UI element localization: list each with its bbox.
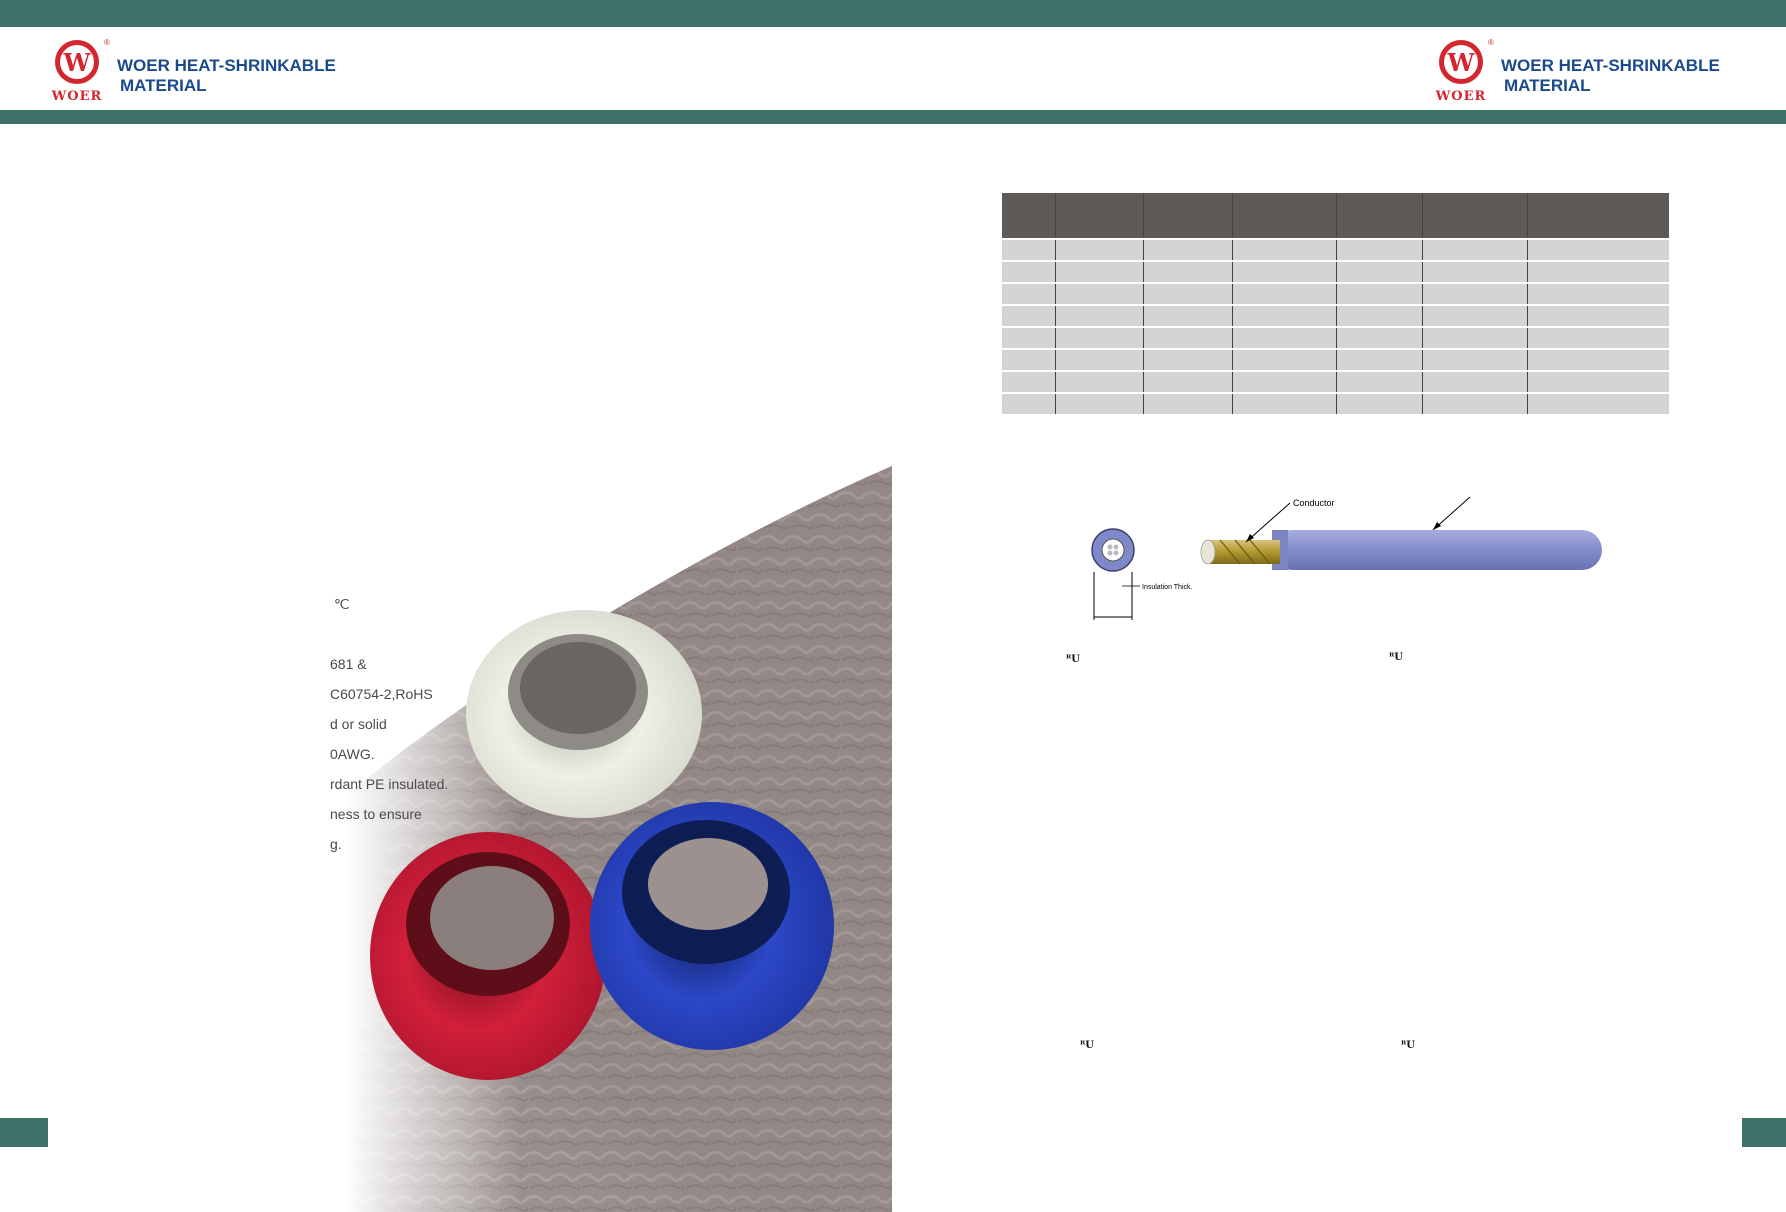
feature-line: ℃ <box>330 596 350 612</box>
top-band <box>0 0 1786 27</box>
table-row <box>1002 392 1669 414</box>
brand-line-2: MATERIAL <box>120 76 207 95</box>
feature-line: g. <box>330 836 342 852</box>
brand-line-2: MATERIAL <box>1504 76 1591 95</box>
feature-line: ness to ensure <box>330 806 422 822</box>
table-header-cell <box>1335 193 1422 239</box>
page-tab-right <box>1742 1118 1786 1147</box>
svg-text:®: ® <box>104 38 110 47</box>
feature-line: rdant PE insulated. <box>330 776 449 792</box>
cable-diagram: Insulation Thick. Conductor <box>1091 496 1602 620</box>
table-header-cell <box>1231 193 1336 239</box>
table-row <box>1002 370 1669 393</box>
table-row <box>1002 238 1669 261</box>
svg-text:W: W <box>63 48 92 77</box>
feature-line: 681 & <box>330 656 367 672</box>
brand-line-1: WOER HEAT-SHRINKABLE <box>1501 56 1720 75</box>
ul-cert-icon: ᴿU <box>1080 1040 1094 1051</box>
table-header-cell <box>1002 193 1055 239</box>
svg-text:WOER: WOER <box>51 89 103 102</box>
woer-logo-icon: W WOER ® <box>51 38 110 102</box>
table-header-cell <box>1142 193 1232 239</box>
svg-text:W: W <box>1447 48 1476 77</box>
ul-cert-icon: ᴿU <box>1389 652 1403 663</box>
spec-table <box>1002 193 1669 414</box>
table-row <box>1002 282 1669 305</box>
feature-line: 0AWG. <box>330 746 375 762</box>
woer-logo-icon: W WOER ® <box>1435 38 1494 102</box>
table-header-cell <box>1054 193 1143 239</box>
table-header-cell <box>1421 193 1527 239</box>
svg-text:Insulation Thick.: Insulation Thick. <box>1142 584 1193 591</box>
feature-line: d or solid <box>330 716 387 732</box>
svg-text:®: ® <box>1488 38 1494 47</box>
table-header-row <box>1002 193 1669 239</box>
wire-coils-photo <box>346 466 892 1212</box>
table-row <box>1002 348 1669 371</box>
table-row <box>1002 304 1669 327</box>
svg-text:WOER: WOER <box>1435 89 1487 102</box>
ul-cert-icon: ᴿU <box>1401 1040 1415 1051</box>
brand-name: WOER HEAT-SHRINKABLE MATERIAL <box>117 56 336 96</box>
table-row <box>1002 260 1669 283</box>
feature-line: C60754-2,RoHS <box>330 686 433 702</box>
brand-logo-right: W WOER ® WOER HEAT-SHRINKABLE MATERIAL <box>1431 36 1751 102</box>
header-band <box>0 110 1786 124</box>
svg-text:Conductor: Conductor <box>1293 498 1335 508</box>
brand-name: WOER HEAT-SHRINKABLE MATERIAL <box>1501 56 1720 96</box>
table-row <box>1002 326 1669 349</box>
table-header-cell <box>1526 193 1669 239</box>
brand-logo-left: W WOER ® WOER HEAT-SHRINKABLE MATERIAL <box>47 36 367 102</box>
ul-cert-icon: ᴿU <box>1066 654 1080 665</box>
brand-line-1: WOER HEAT-SHRINKABLE <box>117 56 336 75</box>
cross-section-icon: Insulation Thick. <box>1091 528 1193 620</box>
page-tab-left <box>0 1118 48 1147</box>
